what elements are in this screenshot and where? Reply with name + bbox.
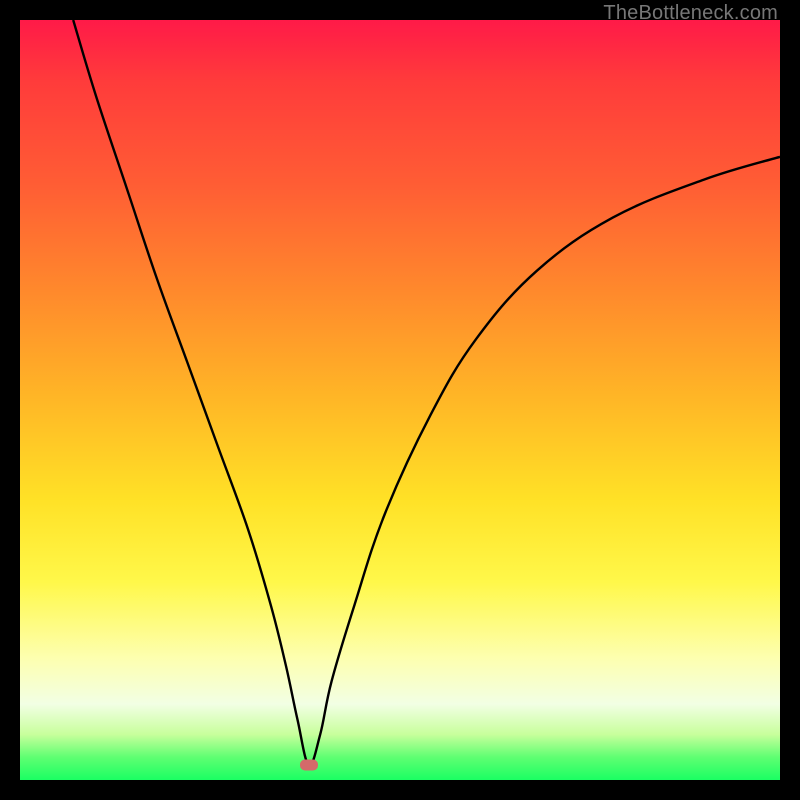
- curve-path: [73, 20, 780, 765]
- minimum-marker: [300, 759, 318, 770]
- plot-frame: [20, 20, 780, 780]
- bottleneck-curve: [20, 20, 780, 780]
